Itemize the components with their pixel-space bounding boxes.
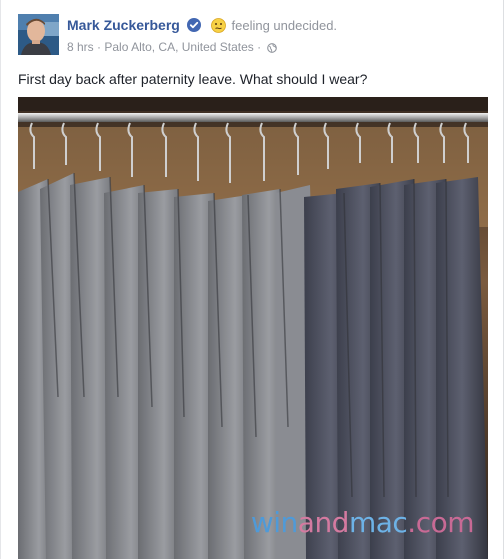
name-line: Mark Zuckerberg feeling undecided. [67, 17, 337, 34]
closet-tshirts-image [18, 97, 488, 559]
post-meta: 8 hrs · Palo Alto, CA, United States · [67, 39, 278, 54]
verified-badge-icon [186, 18, 201, 32]
post-header: Mark Zuckerberg feeling undecided. 8 hrs… [18, 12, 498, 56]
author-name[interactable]: Mark Zuckerberg [67, 17, 180, 33]
post-text: First day back after paternity leave. Wh… [18, 71, 368, 87]
post-photo[interactable]: winandmac.com [18, 97, 488, 559]
avatar[interactable] [18, 14, 59, 55]
watermark-mac: mac [348, 506, 408, 539]
undecided-emoji-icon [210, 18, 226, 33]
watermark: winandmac.com [250, 506, 475, 539]
meta-separator: · [97, 39, 102, 54]
meta-separator-2: · [257, 39, 262, 54]
watermark-com: .com [407, 506, 474, 539]
post-card: Mark Zuckerberg feeling undecided. 8 hrs… [0, 0, 504, 559]
avatar-image [18, 14, 59, 55]
globe-icon[interactable] [267, 42, 278, 53]
feeling-text: feeling undecided. [231, 18, 338, 33]
post-timestamp[interactable]: 8 hrs [67, 40, 94, 54]
post-location[interactable]: Palo Alto, CA, United States [104, 40, 253, 54]
watermark-and: and [297, 506, 350, 539]
watermark-win: win [250, 506, 298, 539]
